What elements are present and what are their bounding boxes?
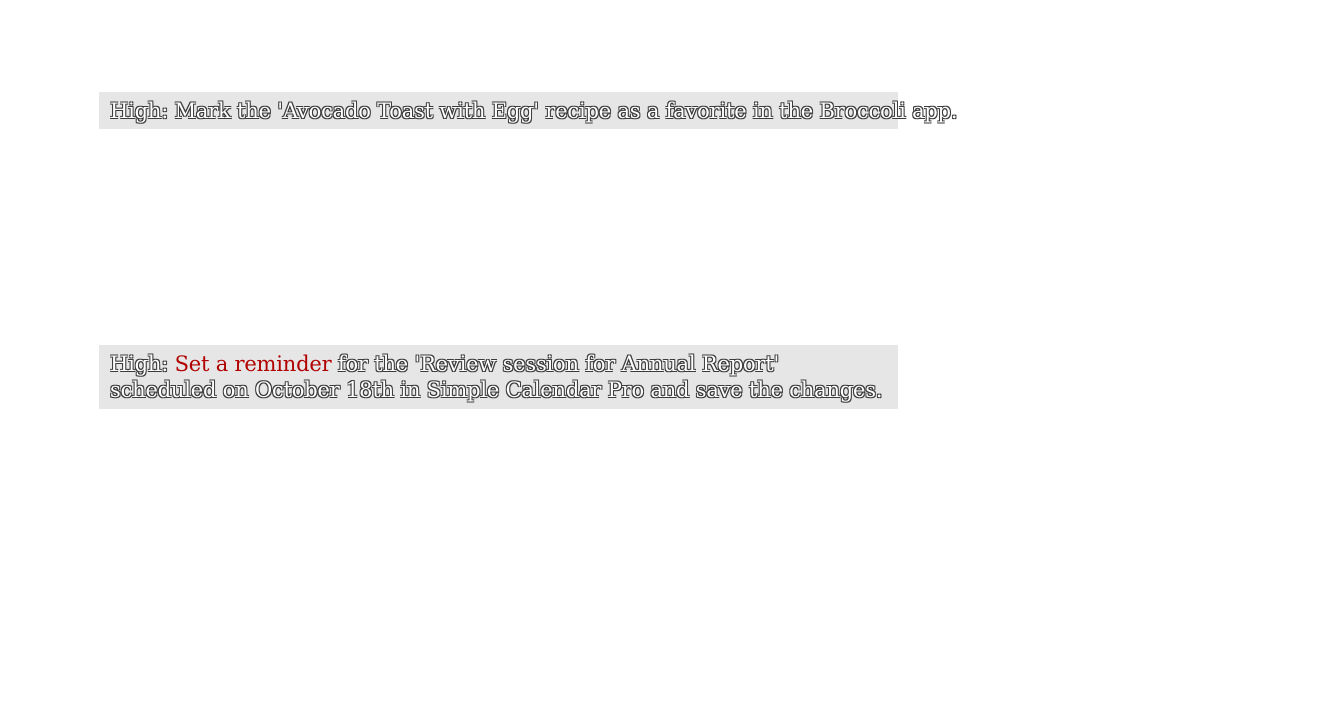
task-priority: High: bbox=[110, 352, 169, 376]
task-priority: High: bbox=[110, 99, 169, 123]
task-card-calendar-reminder: High: Set a reminder for the 'Review ses… bbox=[99, 345, 898, 409]
task-description: Mark the 'Avocado Toast with Egg' recipe… bbox=[174, 99, 958, 123]
task-card-avocado-favorite: High: Mark the 'Avocado Toast with Egg' … bbox=[99, 92, 958, 129]
task-highlight-phrase: Set a reminder bbox=[174, 352, 332, 376]
